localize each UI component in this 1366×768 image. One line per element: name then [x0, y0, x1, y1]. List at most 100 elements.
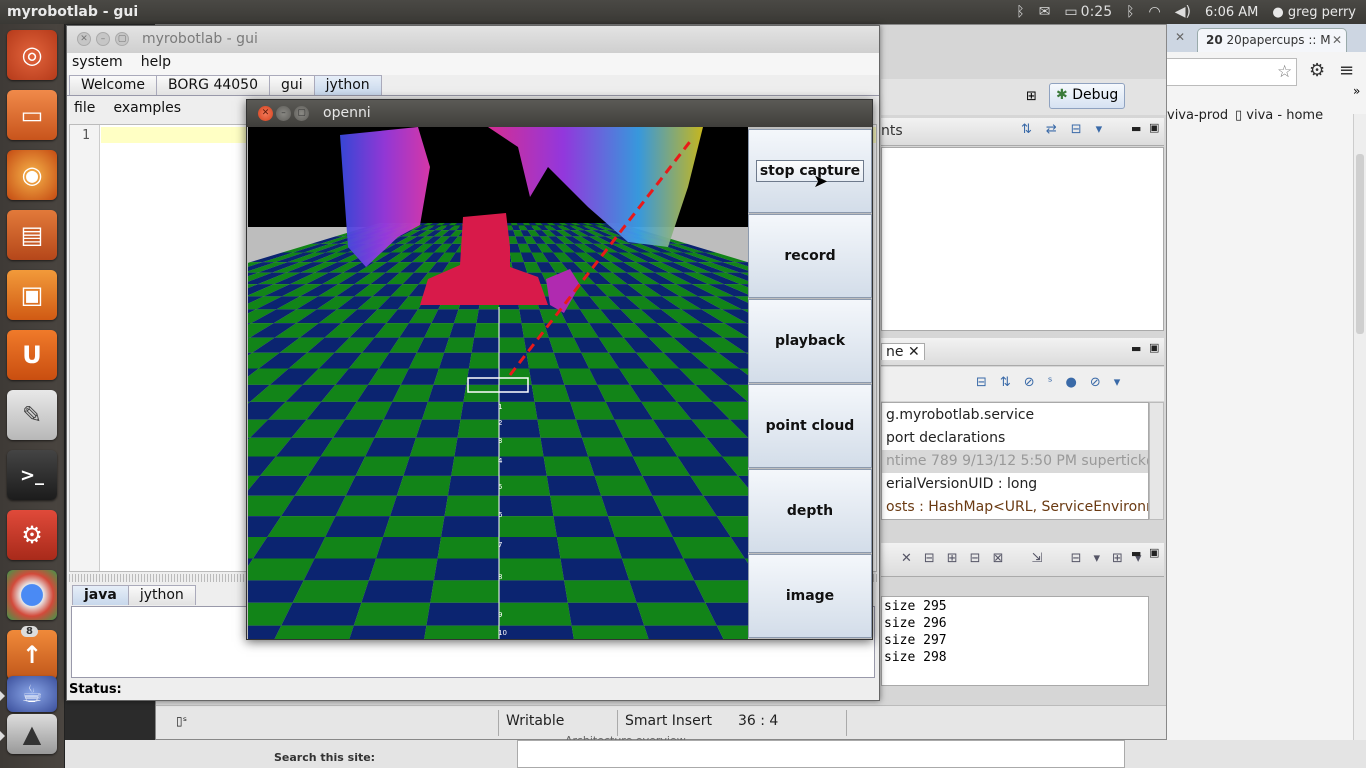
openni-window: ✕ – ▢ openni 1 2 3 4 5 6 7 8 9 10 stop c… [246, 99, 873, 640]
outline-item[interactable]: erialVersionUID : long [882, 473, 1148, 496]
bookmark-star-icon[interactable]: ☆ [1277, 62, 1292, 82]
files-icon[interactable]: ▭ [7, 90, 57, 140]
floor-tile [499, 625, 574, 639]
floor-tile [314, 537, 384, 559]
playback-button[interactable]: playback [748, 299, 872, 383]
floor-tile [526, 352, 560, 369]
impress-icon[interactable]: ▤ [7, 210, 57, 260]
menu-icon[interactable]: ≡ [1339, 60, 1354, 81]
floor-tile [499, 437, 544, 457]
floor-tile [499, 558, 565, 581]
menu-system[interactable]: system [72, 54, 123, 70]
panel-toolbar-icons[interactable]: ⇅⇄⊟▾ [1021, 122, 1116, 137]
minimize-icon-3[interactable]: ▬ [1131, 547, 1141, 560]
battery-icon[interactable]: ▭ 0:25 [1064, 4, 1112, 20]
menu-help[interactable]: help [141, 54, 171, 70]
floor-tile [531, 384, 571, 402]
minimize-window-icon[interactable]: – [276, 106, 291, 121]
terminal-icon[interactable]: >_ [7, 450, 57, 500]
floor-tile [499, 456, 547, 476]
status-icon[interactable]: ▯ˢ [176, 714, 187, 728]
firefox-icon[interactable]: ◉ [7, 150, 57, 200]
minimize-icon[interactable]: ▬ [1131, 122, 1141, 135]
ruler-label: 6 [498, 511, 503, 519]
menu-examples[interactable]: examples [113, 100, 181, 116]
outline-scrollbar[interactable] [1149, 402, 1164, 520]
volume-icon[interactable]: ◀) [1175, 4, 1191, 20]
close-tab-icon[interactable]: ✕ [908, 344, 920, 360]
user-icon: ● [1272, 4, 1284, 20]
outline-item[interactable]: port declarations [882, 427, 1148, 450]
ubuntu-one-icon[interactable]: U [7, 330, 57, 380]
ruler-label: 4 [498, 457, 503, 465]
mrl-titlebar[interactable]: ✕ – ▢ myrobotlab - gui [67, 26, 879, 53]
menu-file[interactable]: file [74, 100, 95, 116]
bookmarks-overflow-icon[interactable]: » [1353, 84, 1360, 98]
close-tab-icon-2[interactable]: ✕ [1332, 33, 1342, 47]
ubuntu-dash-icon[interactable]: ◎ [7, 30, 57, 80]
outline-toolbar: ⊟⇅⊘ˢ●⊘▾ [881, 367, 1164, 401]
maximize-icon-2[interactable]: ▣ [1149, 341, 1159, 354]
depth-button[interactable]: depth [748, 469, 872, 553]
outline-tab[interactable]: ne ✕ [881, 343, 925, 360]
stop-capture-button[interactable]: stop capture [748, 129, 872, 213]
outline-item[interactable]: g.myrobotlab.service [882, 404, 1148, 427]
point-cloud-button[interactable]: point cloud [748, 384, 872, 468]
close-window-icon[interactable]: ✕ [258, 106, 273, 121]
bookmark-viva-prod[interactable]: viva-prod [1167, 108, 1228, 123]
tab-gui[interactable]: gui [269, 75, 315, 95]
depth-viewport[interactable]: 1 2 3 4 5 6 7 8 9 10 [248, 127, 748, 639]
panel-tab-fragment[interactable]: nts [881, 123, 903, 139]
tab-borg[interactable]: BORG 44050 [156, 75, 270, 95]
tab-java[interactable]: java [72, 585, 129, 605]
close-window-icon[interactable]: ✕ [77, 32, 91, 46]
settings-gear-icon[interactable]: ⚙ [1309, 60, 1325, 81]
console-line: size 297 [884, 633, 947, 648]
floor-tile [546, 475, 602, 496]
outline-item[interactable]: osts : HashMap<URL, ServiceEnvironme [882, 496, 1148, 519]
floor-tile [553, 516, 615, 538]
floor-tile [463, 384, 499, 402]
floor-tile [621, 558, 695, 581]
browser-scrollbar[interactable] [1353, 114, 1366, 768]
tab-jython-lower[interactable]: jython [127, 585, 196, 605]
line-number: 1 [82, 128, 90, 143]
software-center-icon[interactable]: ▣ [7, 270, 57, 320]
wifi-icon[interactable]: ◠ [1149, 4, 1161, 20]
debug-perspective-button[interactable]: ✱ Debug [1049, 83, 1126, 109]
tab-jython[interactable]: jython [313, 75, 382, 95]
ruler-label: 8 [498, 573, 502, 581]
close-tab-icon[interactable]: ✕ [1175, 30, 1185, 44]
outline-toolbar-icons[interactable]: ⊟⇅⊘ˢ●⊘▾ [976, 375, 1133, 390]
bluetooth-icon[interactable]: ᛒ [1016, 4, 1024, 20]
text-editor-icon[interactable]: ✎ [7, 390, 57, 440]
chrome-icon[interactable] [7, 570, 57, 620]
updates-icon[interactable]: ↑ 8 [7, 626, 57, 680]
console-toolbar-icons[interactable]: ✕⊟⊞⊟⊠ ⇲ ⊟▾⊞▾ [901, 551, 1153, 566]
tab-welcome[interactable]: Welcome [69, 75, 158, 95]
mail-icon[interactable]: ✉ [1039, 4, 1051, 20]
openni-titlebar[interactable]: ✕ – ▢ openni [247, 100, 872, 127]
outline-item-selected[interactable]: ntime 789 9/13/12 5:50 PM supertick@ [882, 450, 1148, 473]
bookmark-viva-home[interactable]: ▯ viva - home [1235, 108, 1323, 123]
workspace-icon[interactable]: ▲ [7, 714, 57, 754]
point-cloud-scene: 1 2 3 4 5 6 7 8 9 10 [248, 127, 748, 639]
image-button[interactable]: image [748, 554, 872, 638]
clock[interactable]: 6:06 AM [1205, 5, 1258, 20]
maximize-window-icon[interactable]: ▢ [294, 106, 309, 121]
floor-tile [415, 419, 461, 438]
browser-tab[interactable]: 20 20papercups :: M ✕ [1197, 28, 1347, 52]
open-perspective-icon[interactable]: ⊞ [1026, 89, 1037, 104]
user-menu[interactable]: ● greg perry [1272, 5, 1356, 20]
floor-tile [683, 558, 748, 581]
maximize-icon[interactable]: ▣ [1149, 121, 1159, 134]
system-settings-icon[interactable]: ⚙ [7, 510, 57, 560]
minimize-window-icon[interactable]: – [96, 32, 110, 46]
maximize-window-icon[interactable]: ▢ [115, 32, 129, 46]
maximize-icon-3[interactable]: ▣ [1149, 546, 1159, 559]
java-app-icon[interactable]: ☕ [7, 676, 57, 712]
bluetooth-icon-2[interactable]: ᛒ [1126, 4, 1134, 20]
floor-tile [521, 323, 549, 338]
record-button[interactable]: record [748, 214, 872, 298]
minimize-icon-2[interactable]: ▬ [1131, 342, 1141, 355]
